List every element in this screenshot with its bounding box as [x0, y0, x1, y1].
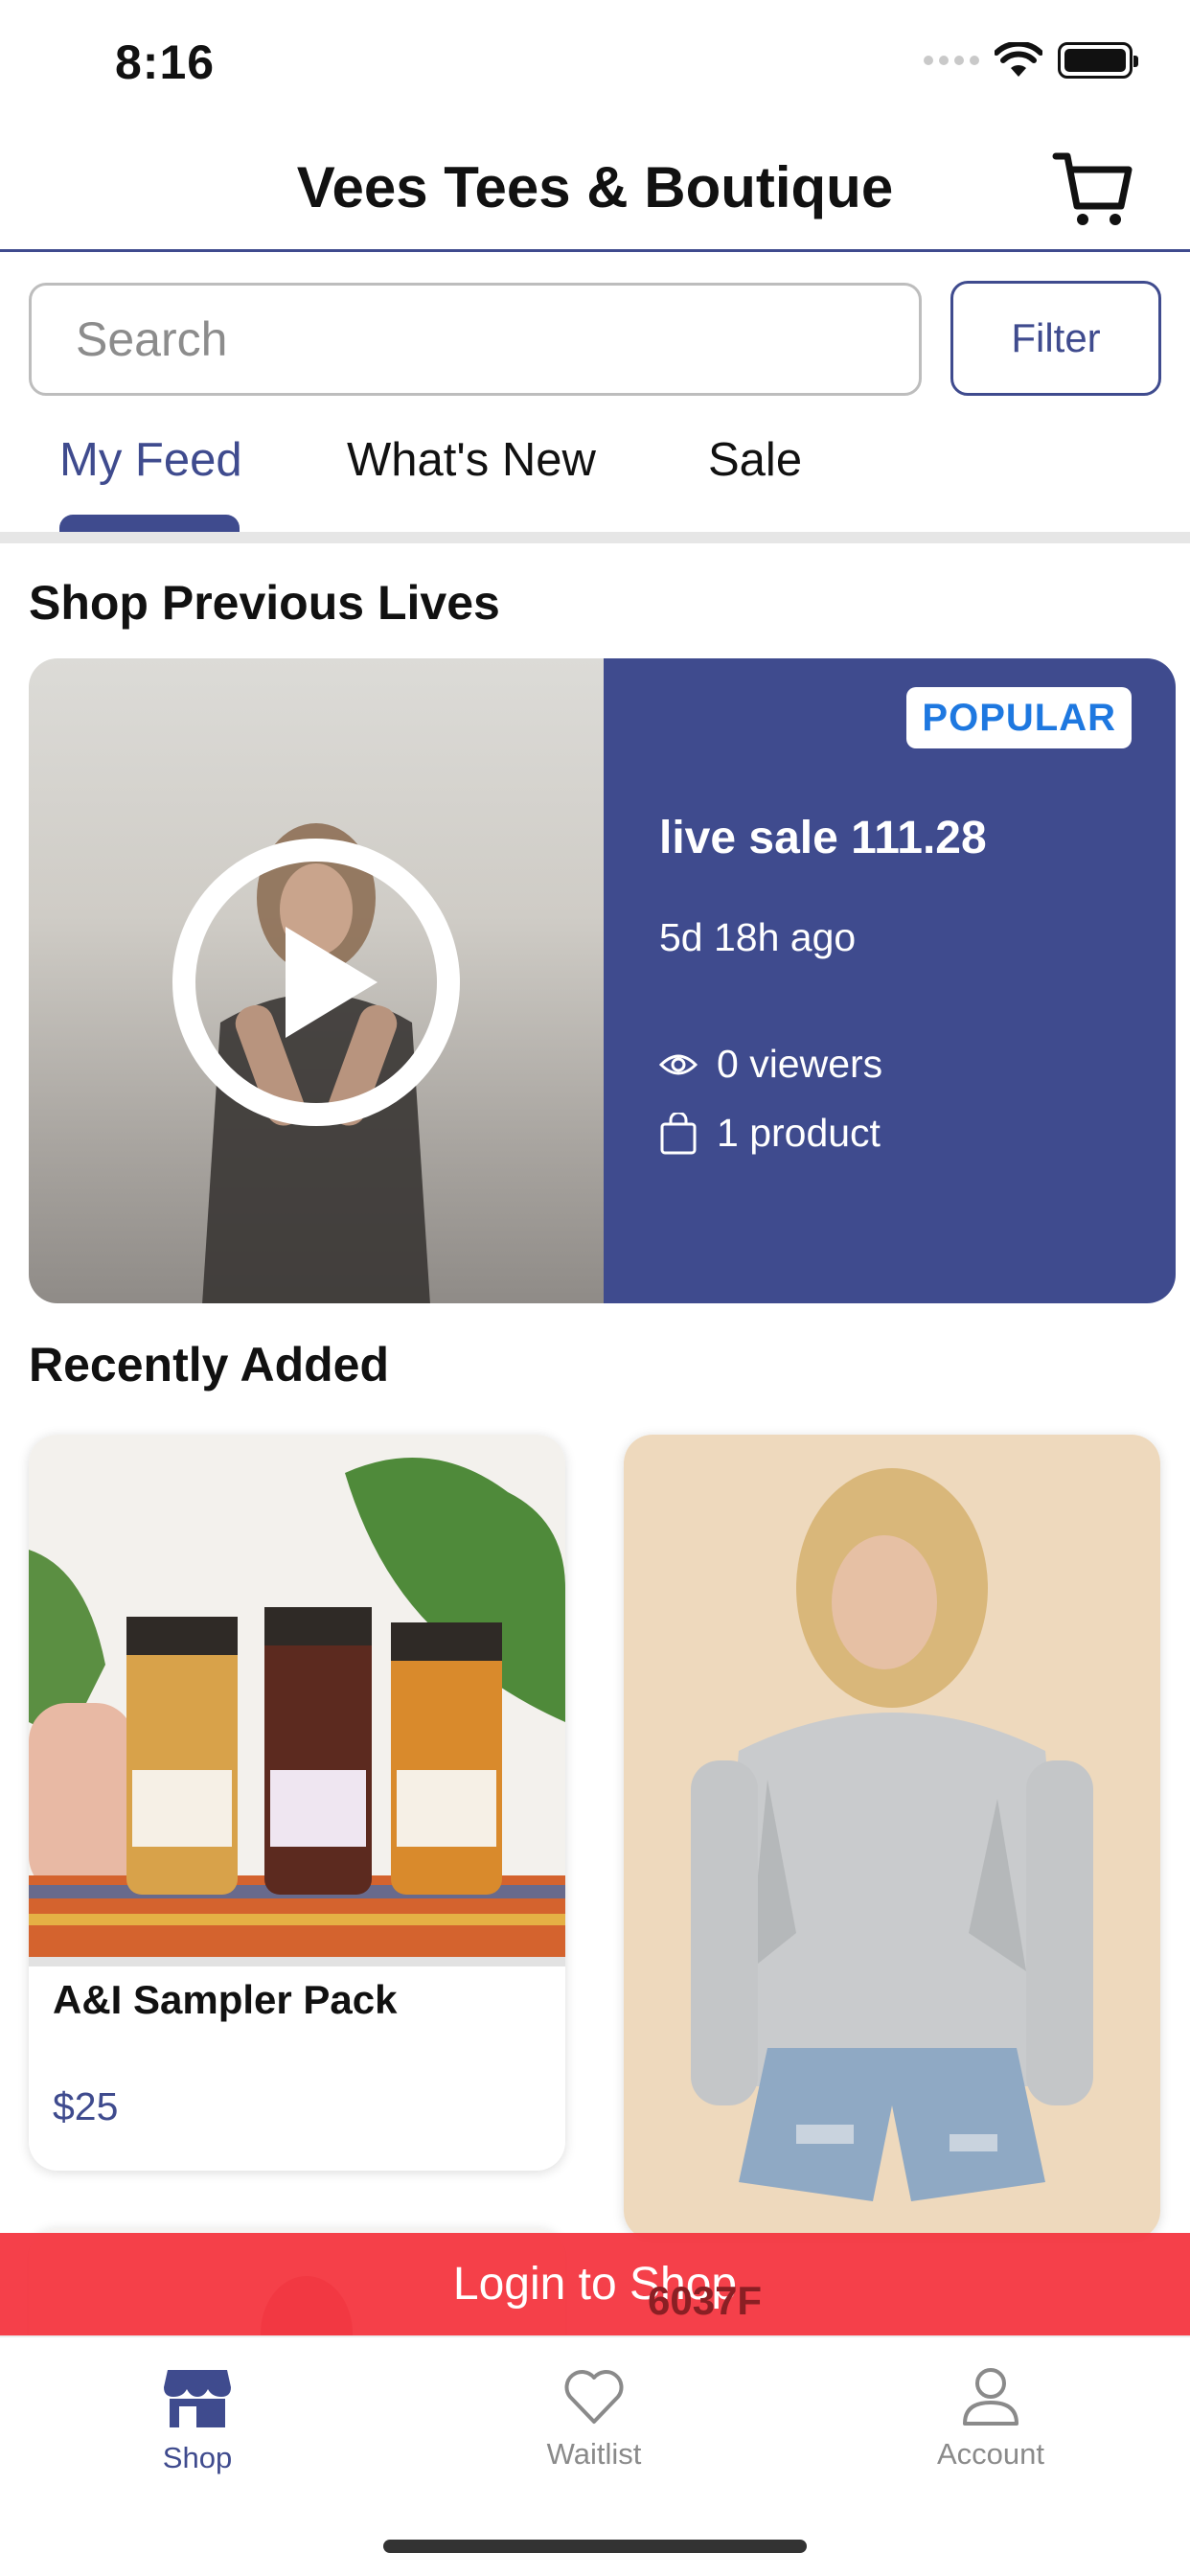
- tab-sale[interactable]: Sale: [708, 433, 802, 487]
- wifi-icon: [995, 42, 1042, 77]
- live-info-panel: POPULAR live sale 111.28 5d 18h ago 0 vi…: [604, 658, 1176, 1303]
- tab-bar-label: Account: [936, 2437, 1044, 2471]
- filter-button[interactable]: Filter: [950, 281, 1161, 396]
- shopping-bag-icon: [660, 1112, 697, 1154]
- active-tab-indicator: [59, 515, 240, 532]
- store-title: Vees Tees & Boutique: [296, 155, 894, 219]
- live-products: 1 product: [659, 1111, 881, 1156]
- tab-whats-new[interactable]: What's New: [347, 433, 596, 487]
- popular-badge: POPULAR: [906, 687, 1132, 748]
- live-video-thumbnail[interactable]: [29, 658, 604, 1303]
- products-count: 1 product: [717, 1111, 881, 1155]
- live-viewers: 0 viewers: [659, 1042, 882, 1087]
- app-screen: 8:16 Vees Tees & Boutique Filter: [0, 0, 1190, 2576]
- live-time-ago: 5d 18h ago: [659, 915, 857, 959]
- status-bar: 8:16: [0, 0, 1190, 129]
- partial-product-label: 6037F: [648, 2278, 763, 2323]
- play-icon[interactable]: [172, 839, 460, 1126]
- cart-button[interactable]: [1052, 149, 1134, 231]
- tab-my-feed[interactable]: My Feed: [59, 433, 242, 487]
- product-image: [29, 1435, 565, 1966]
- tab-bar-label: Shop: [162, 2441, 233, 2474]
- heart-icon: [564, 2370, 624, 2424]
- eye-icon: [659, 1054, 698, 1074]
- cart-icon: [1052, 152, 1133, 225]
- tab-bar-label: Waitlist: [546, 2437, 642, 2471]
- section-title-previous-lives: Shop Previous Lives: [29, 576, 500, 630]
- product-image: [624, 1435, 1160, 2240]
- login-to-shop-button[interactable]: Login to Shop: [0, 2233, 1190, 2335]
- home-indicator[interactable]: [383, 2540, 807, 2553]
- product-price: $25: [53, 2084, 119, 2128]
- cellular-signal-icon: [924, 56, 979, 65]
- app-header: Vees Tees & Boutique: [0, 129, 1190, 252]
- product-card[interactable]: [624, 1435, 1160, 2240]
- live-title: live sale 111.28: [659, 813, 987, 863]
- product-card[interactable]: A&I Sampler Pack $25: [29, 1435, 565, 2171]
- tabs-divider: [0, 532, 1190, 543]
- store-icon: [164, 2370, 231, 2427]
- person-icon: [963, 2368, 1018, 2426]
- feed-tabs: My Feed What's New Sale: [0, 422, 1190, 537]
- battery-icon: [1058, 42, 1138, 79]
- search-input[interactable]: [29, 283, 922, 396]
- product-name: A&I Sampler Pack: [53, 1977, 398, 2022]
- tab-bar-waitlist[interactable]: Waitlist: [489, 2366, 699, 2472]
- viewers-count: 0 viewers: [717, 1042, 883, 1086]
- live-replay-card[interactable]: POPULAR live sale 111.28 5d 18h ago 0 vi…: [29, 658, 1176, 1303]
- status-time: 8:16: [115, 35, 216, 89]
- status-icons: [924, 42, 1138, 79]
- tab-bar-account[interactable]: Account: [885, 2366, 1096, 2472]
- tab-bar-shop[interactable]: Shop: [92, 2366, 303, 2475]
- section-title-recently-added: Recently Added: [29, 1338, 390, 1392]
